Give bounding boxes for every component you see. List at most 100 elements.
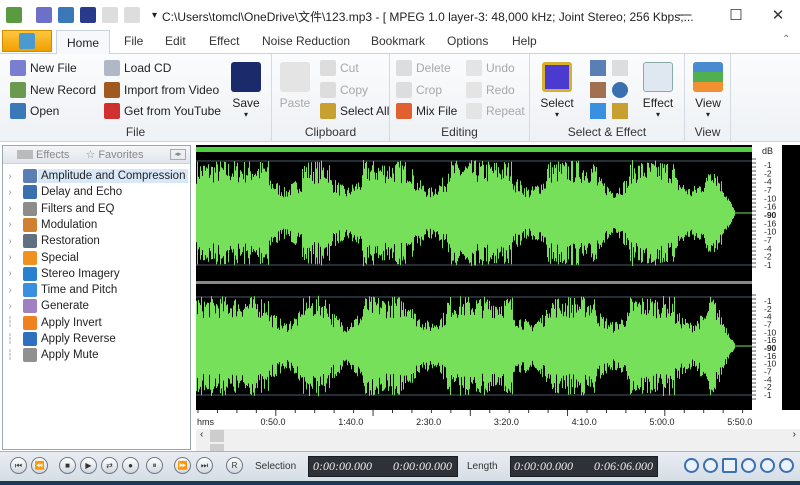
tree-item[interactable]: › Time and Pitch	[3, 282, 117, 298]
time-pitch-icon[interactable]	[590, 103, 606, 119]
zoom-full-icon[interactable]	[741, 458, 756, 473]
tab-help[interactable]: Help	[512, 34, 537, 48]
minimize-button[interactable]: —	[674, 6, 694, 23]
crop-button[interactable]: Crop	[396, 82, 442, 98]
time-ruler[interactable]: hms 0:50.0 1:40.0 2:30.0 3:20.0 4:10.0 5:00.0 5…	[196, 410, 752, 428]
effect-button[interactable]: Effect ▾	[638, 62, 678, 119]
youtube-button[interactable]: Get from YouTube	[104, 103, 221, 119]
tab-options[interactable]: Options	[447, 34, 488, 48]
transport-button[interactable]: ●	[122, 457, 139, 474]
selection-bar[interactable]	[196, 147, 752, 152]
tree-item[interactable]: › Delay and Echo	[3, 184, 122, 200]
delete-button[interactable]: Delete	[396, 60, 451, 76]
tree-item[interactable]: › Modulation	[3, 217, 97, 233]
tab-effects[interactable]: Effects	[17, 149, 69, 161]
zoom-in-icon[interactable]	[684, 458, 699, 473]
effects-icon	[17, 150, 33, 159]
label: Time and Pitch	[41, 284, 118, 297]
panel-scroll-arrows[interactable]: ◂▸	[170, 149, 186, 160]
new-record-button[interactable]: New Record	[10, 82, 96, 98]
generate-icon[interactable]	[612, 103, 628, 119]
new-file-icon[interactable]	[36, 7, 52, 23]
undo-button[interactable]: Undo	[466, 60, 515, 76]
open-button[interactable]: Open	[10, 103, 59, 119]
undo-icon[interactable]	[102, 7, 118, 23]
waveform-view[interactable]	[196, 145, 752, 410]
scroll-thumb[interactable]	[210, 430, 224, 442]
tab-file[interactable]: File	[124, 34, 143, 48]
chevron-right-icon[interactable]: ›	[3, 252, 17, 263]
customize-toolbar-icon[interactable]: ▾	[152, 10, 157, 21]
collapse-ribbon-icon[interactable]: ⌃	[782, 34, 790, 45]
redo-icon[interactable]	[124, 7, 140, 23]
transport-button[interactable]: ⏭	[196, 457, 213, 474]
repeat-button[interactable]: Repeat	[466, 103, 525, 119]
chevron-right-icon[interactable]: ›	[3, 285, 17, 296]
cut-button[interactable]: Cut	[320, 60, 359, 76]
chevron-right-icon[interactable]: ›	[3, 301, 17, 312]
paste-button[interactable]: Paste	[278, 62, 312, 110]
scroll-thumb[interactable]	[210, 444, 224, 451]
import-video-button[interactable]: Import from Video	[104, 82, 219, 98]
transport-button[interactable]: ⏸	[146, 457, 163, 474]
selection-end[interactable]: 0:00:00.000	[393, 457, 452, 476]
selection-start[interactable]: 0:00:00.000	[313, 457, 372, 476]
app-menu-button[interactable]	[2, 30, 52, 52]
filter-icon[interactable]	[590, 82, 606, 98]
delay-icon[interactable]	[612, 82, 628, 98]
tree-item[interactable]: ┆ Apply Invert	[3, 315, 102, 331]
chevron-right-icon[interactable]: ›	[3, 203, 17, 214]
tree-item[interactable]: › Filters and EQ	[3, 201, 115, 217]
disabled-icon[interactable]	[612, 60, 628, 76]
record-button[interactable]: R	[226, 457, 243, 474]
transport-button[interactable]: ⇄	[101, 457, 118, 474]
zoom-out-icon[interactable]	[703, 458, 718, 473]
tree-item[interactable]: › Stereo Imagery	[3, 266, 120, 282]
chevron-right-icon[interactable]: ›	[3, 187, 17, 198]
zoom-out-vertical-icon[interactable]	[779, 458, 794, 473]
scroll-right-icon[interactable]: ›	[793, 429, 796, 440]
zoom-selection-icon[interactable]	[722, 458, 737, 473]
tree-item[interactable]: ┆ Apply Mute	[3, 347, 99, 363]
vertical-zoom-scrollbar[interactable]	[196, 443, 800, 451]
transport-button[interactable]: ⏩	[174, 457, 191, 474]
zoom-in-vertical-icon[interactable]	[760, 458, 775, 473]
tab-effect[interactable]: Effect	[209, 34, 239, 48]
copy-button[interactable]: Copy	[320, 82, 368, 98]
close-button[interactable]: ✕	[768, 6, 788, 24]
tree-item[interactable]: ┆ Apply Reverse	[3, 331, 116, 347]
amplitude-icon[interactable]	[590, 60, 606, 76]
waveform-svg[interactable]	[196, 145, 752, 410]
load-cd-button[interactable]: Load CD	[104, 60, 171, 76]
transport-button[interactable]: ■	[59, 457, 76, 474]
tab-home[interactable]: Home	[56, 30, 110, 55]
tree-item[interactable]: › Special	[3, 250, 79, 266]
transport-button[interactable]: ⏮	[10, 457, 27, 474]
tab-edit[interactable]: Edit	[165, 34, 186, 48]
select-all-button[interactable]: Select All	[320, 103, 389, 119]
redo-button[interactable]: Redo	[466, 82, 515, 98]
tree-item[interactable]: › Restoration	[3, 233, 100, 249]
save-button[interactable]: Save ▾	[228, 62, 264, 119]
transport-button[interactable]: ⏪	[31, 457, 48, 474]
tree-item[interactable]: › Amplitude and Compression	[3, 168, 189, 184]
tab-noise-reduction[interactable]: Noise Reduction	[262, 34, 350, 48]
maximize-button[interactable]: ☐	[726, 6, 746, 24]
save-icon[interactable]	[80, 7, 96, 23]
mix-file-button[interactable]: Mix File	[396, 103, 457, 119]
new-file-button[interactable]: New File	[10, 60, 77, 76]
select-button[interactable]: Select ▾	[536, 62, 578, 119]
chevron-right-icon[interactable]: ›	[3, 219, 17, 230]
tree-item[interactable]: › Generate	[3, 298, 89, 314]
tab-favorites[interactable]: ☆ Favorites	[85, 148, 143, 162]
effect-icon	[643, 62, 673, 92]
open-icon[interactable]	[58, 7, 74, 23]
transport-button[interactable]: ▶	[80, 457, 97, 474]
scroll-left-icon[interactable]: ‹	[200, 429, 203, 440]
chevron-right-icon[interactable]: ›	[3, 236, 17, 247]
chevron-right-icon[interactable]: ›	[3, 268, 17, 279]
horizontal-scrollbar[interactable]: ‹ ›	[196, 429, 800, 443]
view-button[interactable]: View ▾	[689, 62, 727, 119]
tab-bookmark[interactable]: Bookmark	[371, 34, 425, 48]
chevron-right-icon[interactable]: ›	[3, 171, 17, 182]
